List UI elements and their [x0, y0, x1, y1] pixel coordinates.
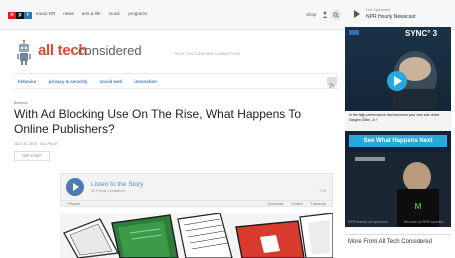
section-item-behavior[interactable]: behavior [18, 79, 37, 84]
user-icon[interactable] [322, 11, 328, 18]
listen-label[interactable]: Listen to the Story [91, 181, 143, 188]
robot-mascot-icon [17, 40, 31, 65]
audio-duration: 7:29 [319, 189, 326, 193]
stream-play-icon[interactable] [354, 10, 360, 18]
brand-name-part2: considered [78, 43, 142, 58]
rss-icon [329, 82, 335, 89]
section-item-privacy-security[interactable]: privacy & security [49, 79, 88, 84]
section-item-innovation[interactable]: innovation [134, 79, 157, 84]
become-sponsor-link[interactable]: Become an NPR sponsor [404, 220, 444, 224]
sidebar-divider [345, 234, 451, 235]
embed-button[interactable]: Embed [291, 202, 302, 206]
stream-title[interactable]: NPR Hourly Newscast [366, 14, 415, 20]
ad-promo-text: In the high performance fast becomes you… [349, 113, 440, 122]
logo-letter-n: n [8, 12, 16, 19]
section-nav: behavior privacy & security social web i… [14, 73, 339, 89]
player-toolbar: + Playlist ↓ Download Embed Transcript [61, 200, 332, 207]
article-dateline: JULY 20, 2015 · 6:11 PM ET [14, 142, 59, 146]
download-button[interactable]: ↓ Download [265, 202, 283, 206]
topnav-item-music[interactable]: music [109, 11, 121, 16]
topnav-item-arts-life[interactable]: arts & life [82, 11, 101, 16]
brand-tagline: TECH, CULTURE AND CONNECTION [174, 52, 241, 56]
logo-letter-p: p [16, 12, 24, 19]
logo-letter-r: r [24, 12, 32, 19]
add-to-playlist-button[interactable]: + Playlist [66, 202, 80, 206]
program-name: All Things Considered [91, 189, 126, 193]
section-item-social-web[interactable]: social web [100, 79, 123, 84]
play-button[interactable] [66, 178, 84, 196]
npr-logo[interactable]: n p r [8, 12, 32, 19]
svg-text:M: M [415, 202, 422, 211]
ad-cta-button[interactable]: See What Happens Next [349, 136, 447, 146]
more-from-heading: More From All Tech Considered [348, 239, 432, 245]
search-button[interactable] [331, 10, 341, 20]
sponsor-thanks-label: NPR thanks our sponsors [348, 220, 388, 224]
illustration-artwork [60, 213, 333, 258]
transcript-button[interactable]: Transcript [311, 202, 326, 206]
article-headline: With Ad Blocking Use On The Rise, What H… [14, 107, 302, 136]
audio-player: Listen to the Story All Things Considere… [60, 173, 333, 207]
sidebar-ad[interactable]: M SYNC° 3 In the high performance fast b… [345, 27, 451, 227]
topnav-item-programs[interactable]: programs [128, 11, 147, 16]
site-header: n p r music ER news arts & life music pr… [0, 0, 455, 30]
topnav-item-music-er[interactable]: music ER [36, 11, 55, 16]
top-nav: music ER news arts & life music programs [36, 11, 147, 16]
section-menu-button[interactable] [327, 77, 337, 89]
search-icon [333, 12, 339, 18]
byline-badge[interactable]: NPR STAFF [14, 151, 50, 161]
ad-artwork: M [345, 27, 451, 227]
ad-brand: SYNC° 3 [405, 29, 438, 38]
topnav-item-news[interactable]: news [63, 11, 74, 16]
article-kicker[interactable]: Behavior [14, 101, 28, 105]
stream-label: Live Sponsored [366, 8, 391, 12]
article-illustration [60, 213, 333, 258]
blog-brand[interactable]: all tech considered TECH, CULTURE AND CO… [14, 38, 339, 66]
shop-link[interactable]: Shop [306, 12, 317, 17]
